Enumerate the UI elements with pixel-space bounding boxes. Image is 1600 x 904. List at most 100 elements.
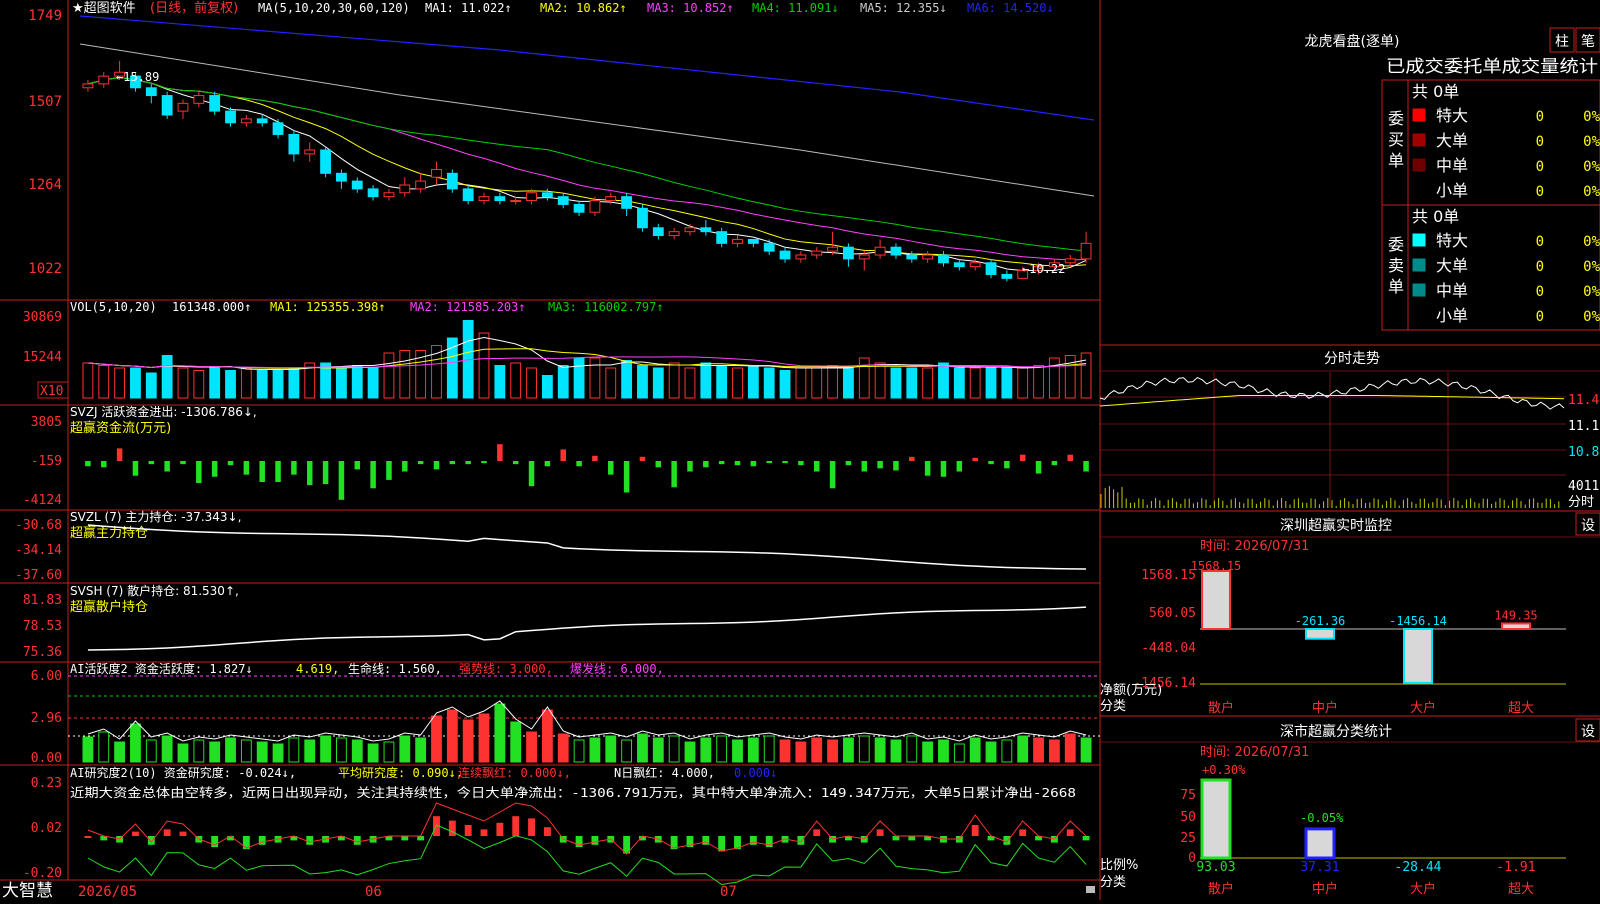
svzj-bar (893, 461, 899, 471)
monitor-y-label: 560.05 (1149, 606, 1196, 621)
low-label: ←10.22 (1022, 262, 1065, 276)
ai1-bar (336, 737, 347, 763)
ai1-header: AI活跃度2 资金活跃度: 1.827↓ 4.619, 生命线: 1.560, … (70, 661, 664, 676)
ai2-bar (749, 836, 757, 845)
svzj-bar (608, 461, 614, 475)
order-percent: 0% (1583, 309, 1600, 325)
svzj-bar (132, 461, 139, 476)
lock-icon[interactable] (1086, 886, 1095, 893)
svzj-y-axis: 3805 -159 -4124 (23, 415, 62, 508)
order-size-label: 特大 (1436, 106, 1468, 125)
volume-bar (256, 370, 268, 399)
volume-bar (541, 375, 553, 399)
stock-title[interactable]: ★超图软件 (72, 1, 136, 16)
volume-bar (747, 365, 759, 399)
brand-logo[interactable]: 大智慧 (2, 881, 53, 901)
classify-category: 大户 (1410, 881, 1436, 897)
svsh-y-label: 78.53 (23, 619, 62, 634)
svzj-bar (101, 461, 107, 468)
candle (811, 250, 823, 256)
svzj-bar (766, 461, 772, 463)
buy-total: 共 0单 (1412, 82, 1459, 101)
ma-params: MA(5,10,20,30,60,120) (258, 1, 410, 15)
ai2-y-axis: 0.23 0.02 -0.20 (23, 776, 62, 881)
ai2-bar (84, 836, 92, 838)
monitor-category: 大户 (1410, 700, 1436, 716)
classify-category: 散户 (1208, 881, 1234, 897)
order-size-label: 大单 (1436, 131, 1468, 150)
volume-bar (684, 367, 696, 399)
classify-y-label: 50 (1180, 810, 1196, 825)
order-count: 0 (1536, 134, 1544, 150)
svzj-bar (433, 461, 440, 470)
candle (494, 196, 506, 202)
ai2-nred: N日飘红: 4.000, (614, 765, 715, 780)
svzj-bar (1051, 461, 1058, 466)
candle (462, 188, 474, 202)
classify-title: 深市超赢分类统计 (1280, 723, 1392, 740)
minute-price-line (1099, 376, 1565, 410)
svzj-bar (306, 461, 313, 486)
ai1-y-axis: 6.00 2.96 0.00 (31, 669, 62, 766)
candle (747, 238, 759, 244)
main-y-label: 1507 (28, 94, 62, 110)
monitor-cls-label: 分类 (1100, 699, 1126, 714)
volume-bar (890, 367, 902, 399)
ai1-bar (652, 737, 664, 763)
main-y-label: 1749 (28, 8, 62, 24)
x-axis: 大智慧 2026/05 06 07 (2, 881, 1095, 901)
svzj-bar (259, 461, 265, 482)
ai1-bar (938, 739, 949, 763)
svzj-bar (449, 461, 456, 465)
volume-bar (130, 367, 141, 399)
vol-ma3: MA3: 116002.797↑ (548, 300, 664, 314)
svzj-bar (687, 461, 693, 472)
order-size-label: 大单 (1436, 256, 1468, 275)
ma20-line (87, 76, 1087, 261)
candle (209, 95, 221, 112)
candle (684, 227, 696, 233)
svzj-bar (275, 461, 281, 482)
svzj-bar (1035, 461, 1042, 474)
svzj-bar (845, 461, 852, 466)
candle (732, 238, 743, 244)
candle (858, 254, 870, 260)
candle (320, 149, 331, 174)
ai1-bar (193, 739, 205, 763)
order-size-label: 小单 (1436, 181, 1468, 200)
ai1-bar (510, 721, 522, 763)
svzj-bar (386, 461, 392, 480)
ai1-bar (906, 735, 918, 763)
order-size-swatch (1411, 182, 1427, 198)
vol-y-label: 30869 (23, 310, 62, 325)
candle (145, 87, 157, 97)
dragon-tabs[interactable]: 已成交委托单成交量统计 (1386, 57, 1598, 77)
monitor-bars: 1568.15 散户 -261.36 中户 -1456.14 大户 149.35 超大 (1191, 559, 1566, 716)
svzj-bar (734, 461, 741, 466)
svzj-bar (370, 461, 376, 489)
volume-bar (82, 362, 94, 399)
ai1-bar (621, 739, 633, 763)
svzj-bar (1004, 461, 1010, 469)
ai1-bar (256, 741, 268, 763)
svzj-bar (924, 461, 931, 476)
svzj-bar (639, 456, 646, 461)
svzj-bar (512, 461, 519, 465)
pen-mode-label: 笔 (1581, 34, 1595, 50)
candle (1001, 273, 1013, 279)
volume-bar (351, 365, 363, 399)
ai2-bar (417, 836, 425, 841)
ai1-bar (98, 731, 110, 763)
candle (526, 192, 537, 202)
candlestick-plot (79, 15, 1095, 282)
ai1-bar (225, 737, 236, 763)
ai1-bar (922, 741, 934, 763)
svzj-bar (1019, 454, 1026, 461)
candle (272, 122, 284, 135)
ma1-value: MA1: 11.022↑ (425, 1, 512, 15)
svzl-y-axis: -30.68 -34.14 -37.60 (15, 518, 62, 583)
volume-bar (383, 352, 395, 399)
minute-title: 分时走势 (1324, 351, 1380, 367)
svzj-bar (782, 461, 788, 464)
ai1-bar (811, 737, 823, 763)
